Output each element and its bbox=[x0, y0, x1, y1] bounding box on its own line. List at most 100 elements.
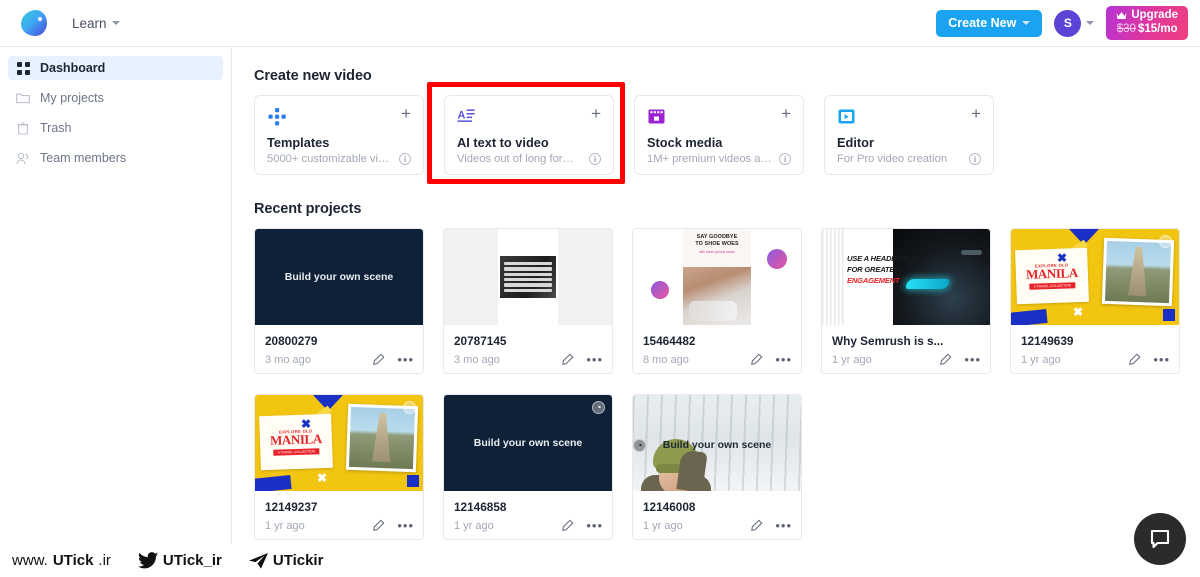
project-name: 12146008 bbox=[643, 500, 696, 514]
create-card-editor[interactable]: + Editor For Pro video creation i bbox=[824, 95, 994, 175]
project-name: 20800279 bbox=[265, 334, 318, 348]
project-card[interactable]: SAY GOODBYE TO SHOE WOES with these geni… bbox=[632, 228, 802, 374]
twitter-bird-icon bbox=[137, 552, 158, 569]
recent-projects-heading: Recent projects bbox=[254, 201, 362, 217]
add-icon[interactable]: + bbox=[971, 105, 981, 122]
project-date: 3 mo ago bbox=[265, 353, 311, 366]
sidebar-item-trash[interactable]: Trash bbox=[8, 116, 223, 140]
upgrade-old-price: $30 bbox=[1116, 22, 1136, 35]
edit-pencil-icon[interactable] bbox=[1128, 353, 1141, 366]
create-new-video-row: + Templates 5000+ customizable vid... i … bbox=[254, 95, 1200, 175]
project-card[interactable]: Build your own scene ◔ 12146858 1 yr ago… bbox=[443, 394, 613, 540]
project-card[interactable]: EXPLORE OLD MANILA A TRAVEL COLLECTION ✖… bbox=[1010, 228, 1180, 374]
project-card[interactable]: 20787145 3 mo ago ••• bbox=[443, 228, 613, 374]
thumbnail-manila-card: EXPLORE OLD MANILA A TRAVEL COLLECTION bbox=[1015, 247, 1089, 305]
learn-menu[interactable]: Learn bbox=[72, 16, 120, 31]
telegram-watermark: UTickir bbox=[248, 552, 323, 569]
project-card[interactable]: EXPLORE OLD MANILA A TRAVEL COLLECTION ✖… bbox=[254, 394, 424, 540]
project-date: 1 yr ago bbox=[1021, 353, 1061, 366]
text-to-video-icon: A bbox=[457, 107, 477, 127]
stock-media-icon bbox=[647, 107, 667, 127]
people-icon bbox=[16, 151, 30, 165]
more-options-icon[interactable]: ••• bbox=[397, 353, 414, 366]
site-prefix: www. bbox=[12, 552, 48, 569]
thumbnail-subtitle: A TRAVEL COLLECTION bbox=[273, 447, 320, 456]
edit-pencil-icon[interactable] bbox=[939, 353, 952, 366]
twitter-watermark: UTick_ir bbox=[137, 552, 222, 569]
crown-icon bbox=[1116, 12, 1127, 20]
project-name: 12149237 bbox=[265, 500, 318, 514]
more-options-icon[interactable]: ••• bbox=[775, 519, 792, 532]
thumbnail-headline: TO SHOE WOES bbox=[695, 240, 739, 247]
create-card-ai-text-to-video[interactable]: A + AI text to video Videos out of long … bbox=[444, 95, 614, 175]
project-card[interactable]: Build your own scene 20800279 3 mo ago •… bbox=[254, 228, 424, 374]
add-icon[interactable]: + bbox=[781, 105, 791, 122]
account-menu[interactable]: S bbox=[1054, 9, 1095, 37]
thumbnail-subline: with these genius hacks bbox=[699, 249, 735, 254]
thumbnail-headline: SAY GOODBYE bbox=[696, 234, 738, 240]
sidebar: Dashboard My projects Trash Team members bbox=[0, 47, 232, 577]
info-icon[interactable]: i bbox=[969, 153, 981, 165]
edit-pencil-icon[interactable] bbox=[561, 353, 574, 366]
thumbnail-photo bbox=[345, 403, 419, 473]
sidebar-item-label: Team members bbox=[40, 151, 127, 165]
info-icon[interactable]: i bbox=[779, 153, 791, 165]
more-options-icon[interactable]: ••• bbox=[586, 519, 603, 532]
folder-icon bbox=[16, 91, 30, 105]
thumbnail-overlay-text: Build your own scene bbox=[662, 439, 772, 451]
project-card[interactable]: Build your own scene ◔ 12146008 1 yr ago… bbox=[632, 394, 802, 540]
site-suffix: .ir bbox=[98, 552, 111, 569]
project-thumbnail: SAY GOODBYE TO SHOE WOES with these geni… bbox=[633, 229, 801, 325]
chat-widget-button[interactable] bbox=[1134, 513, 1186, 565]
top-bar: Learn Create New S Upgrade $30 $15/mo bbox=[0, 0, 1200, 47]
edit-pencil-icon[interactable] bbox=[372, 353, 385, 366]
more-options-icon[interactable]: ••• bbox=[775, 353, 792, 366]
project-date: 1 yr ago bbox=[832, 353, 872, 366]
sidebar-item-my-projects[interactable]: My projects bbox=[8, 86, 223, 110]
thumbnail-headline: ENGAGEMENT bbox=[847, 276, 900, 285]
more-options-icon[interactable]: ••• bbox=[397, 519, 414, 532]
trash-icon bbox=[16, 121, 30, 135]
thumbnail-badge: ◔ bbox=[403, 401, 416, 414]
grid-icon bbox=[16, 61, 30, 75]
chevron-down-icon bbox=[111, 21, 120, 25]
project-date: 1 yr ago bbox=[643, 519, 683, 532]
thumbnail-subtitle: A TRAVEL COLLECTION bbox=[1029, 281, 1076, 290]
create-card-description: 5000+ customizable vid... bbox=[267, 153, 392, 165]
upgrade-button[interactable]: Upgrade $30 $15/mo bbox=[1106, 6, 1188, 40]
top-bar-actions: Create New S Upgrade $30 $15/mo bbox=[936, 6, 1200, 40]
create-card-templates[interactable]: + Templates 5000+ customizable vid... i bbox=[254, 95, 424, 175]
edit-pencil-icon[interactable] bbox=[750, 353, 763, 366]
edit-pencil-icon[interactable] bbox=[561, 519, 574, 532]
add-icon[interactable]: + bbox=[401, 105, 411, 122]
upgrade-label: Upgrade bbox=[1131, 9, 1178, 22]
create-card-stock-media[interactable]: + Stock media 1M+ premium videos and... … bbox=[634, 95, 804, 175]
learn-label: Learn bbox=[72, 15, 107, 31]
app-logo[interactable] bbox=[10, 10, 58, 36]
sidebar-item-dashboard[interactable]: Dashboard bbox=[8, 56, 223, 80]
telegram-plane-icon bbox=[248, 552, 268, 569]
create-new-button[interactable]: Create New bbox=[936, 9, 1043, 37]
project-name: Why Semrush is s... bbox=[832, 334, 944, 348]
more-options-icon[interactable]: ••• bbox=[964, 353, 981, 366]
project-name: 12149639 bbox=[1021, 334, 1074, 348]
sidebar-item-label: Dashboard bbox=[40, 61, 106, 75]
project-card[interactable]: USE A HEADLINE FOR GREATER ENGAGEMENT Wh… bbox=[821, 228, 991, 374]
sidebar-item-team-members[interactable]: Team members bbox=[8, 146, 223, 170]
edit-pencil-icon[interactable] bbox=[372, 519, 385, 532]
thumbnail-badge: ◔ bbox=[1159, 235, 1172, 248]
edit-pencil-icon[interactable] bbox=[750, 519, 763, 532]
create-card-title: Editor bbox=[837, 135, 874, 150]
project-name: 20787145 bbox=[454, 334, 507, 348]
footer-watermark: www. UTick .ir UTick_ir UTickir bbox=[0, 544, 1200, 577]
thumbnail-badge: ◔ bbox=[633, 439, 646, 452]
more-options-icon[interactable]: ••• bbox=[1153, 353, 1170, 366]
create-card-description: 1M+ premium videos and... bbox=[647, 153, 772, 165]
info-icon[interactable]: i bbox=[399, 153, 411, 165]
add-icon[interactable]: + bbox=[591, 105, 601, 122]
thumbnail-overlay-text: Build your own scene bbox=[284, 271, 394, 283]
info-icon[interactable]: i bbox=[589, 153, 601, 165]
project-date: 1 yr ago bbox=[454, 519, 494, 532]
more-options-icon[interactable]: ••• bbox=[586, 353, 603, 366]
editor-play-icon bbox=[837, 107, 857, 127]
